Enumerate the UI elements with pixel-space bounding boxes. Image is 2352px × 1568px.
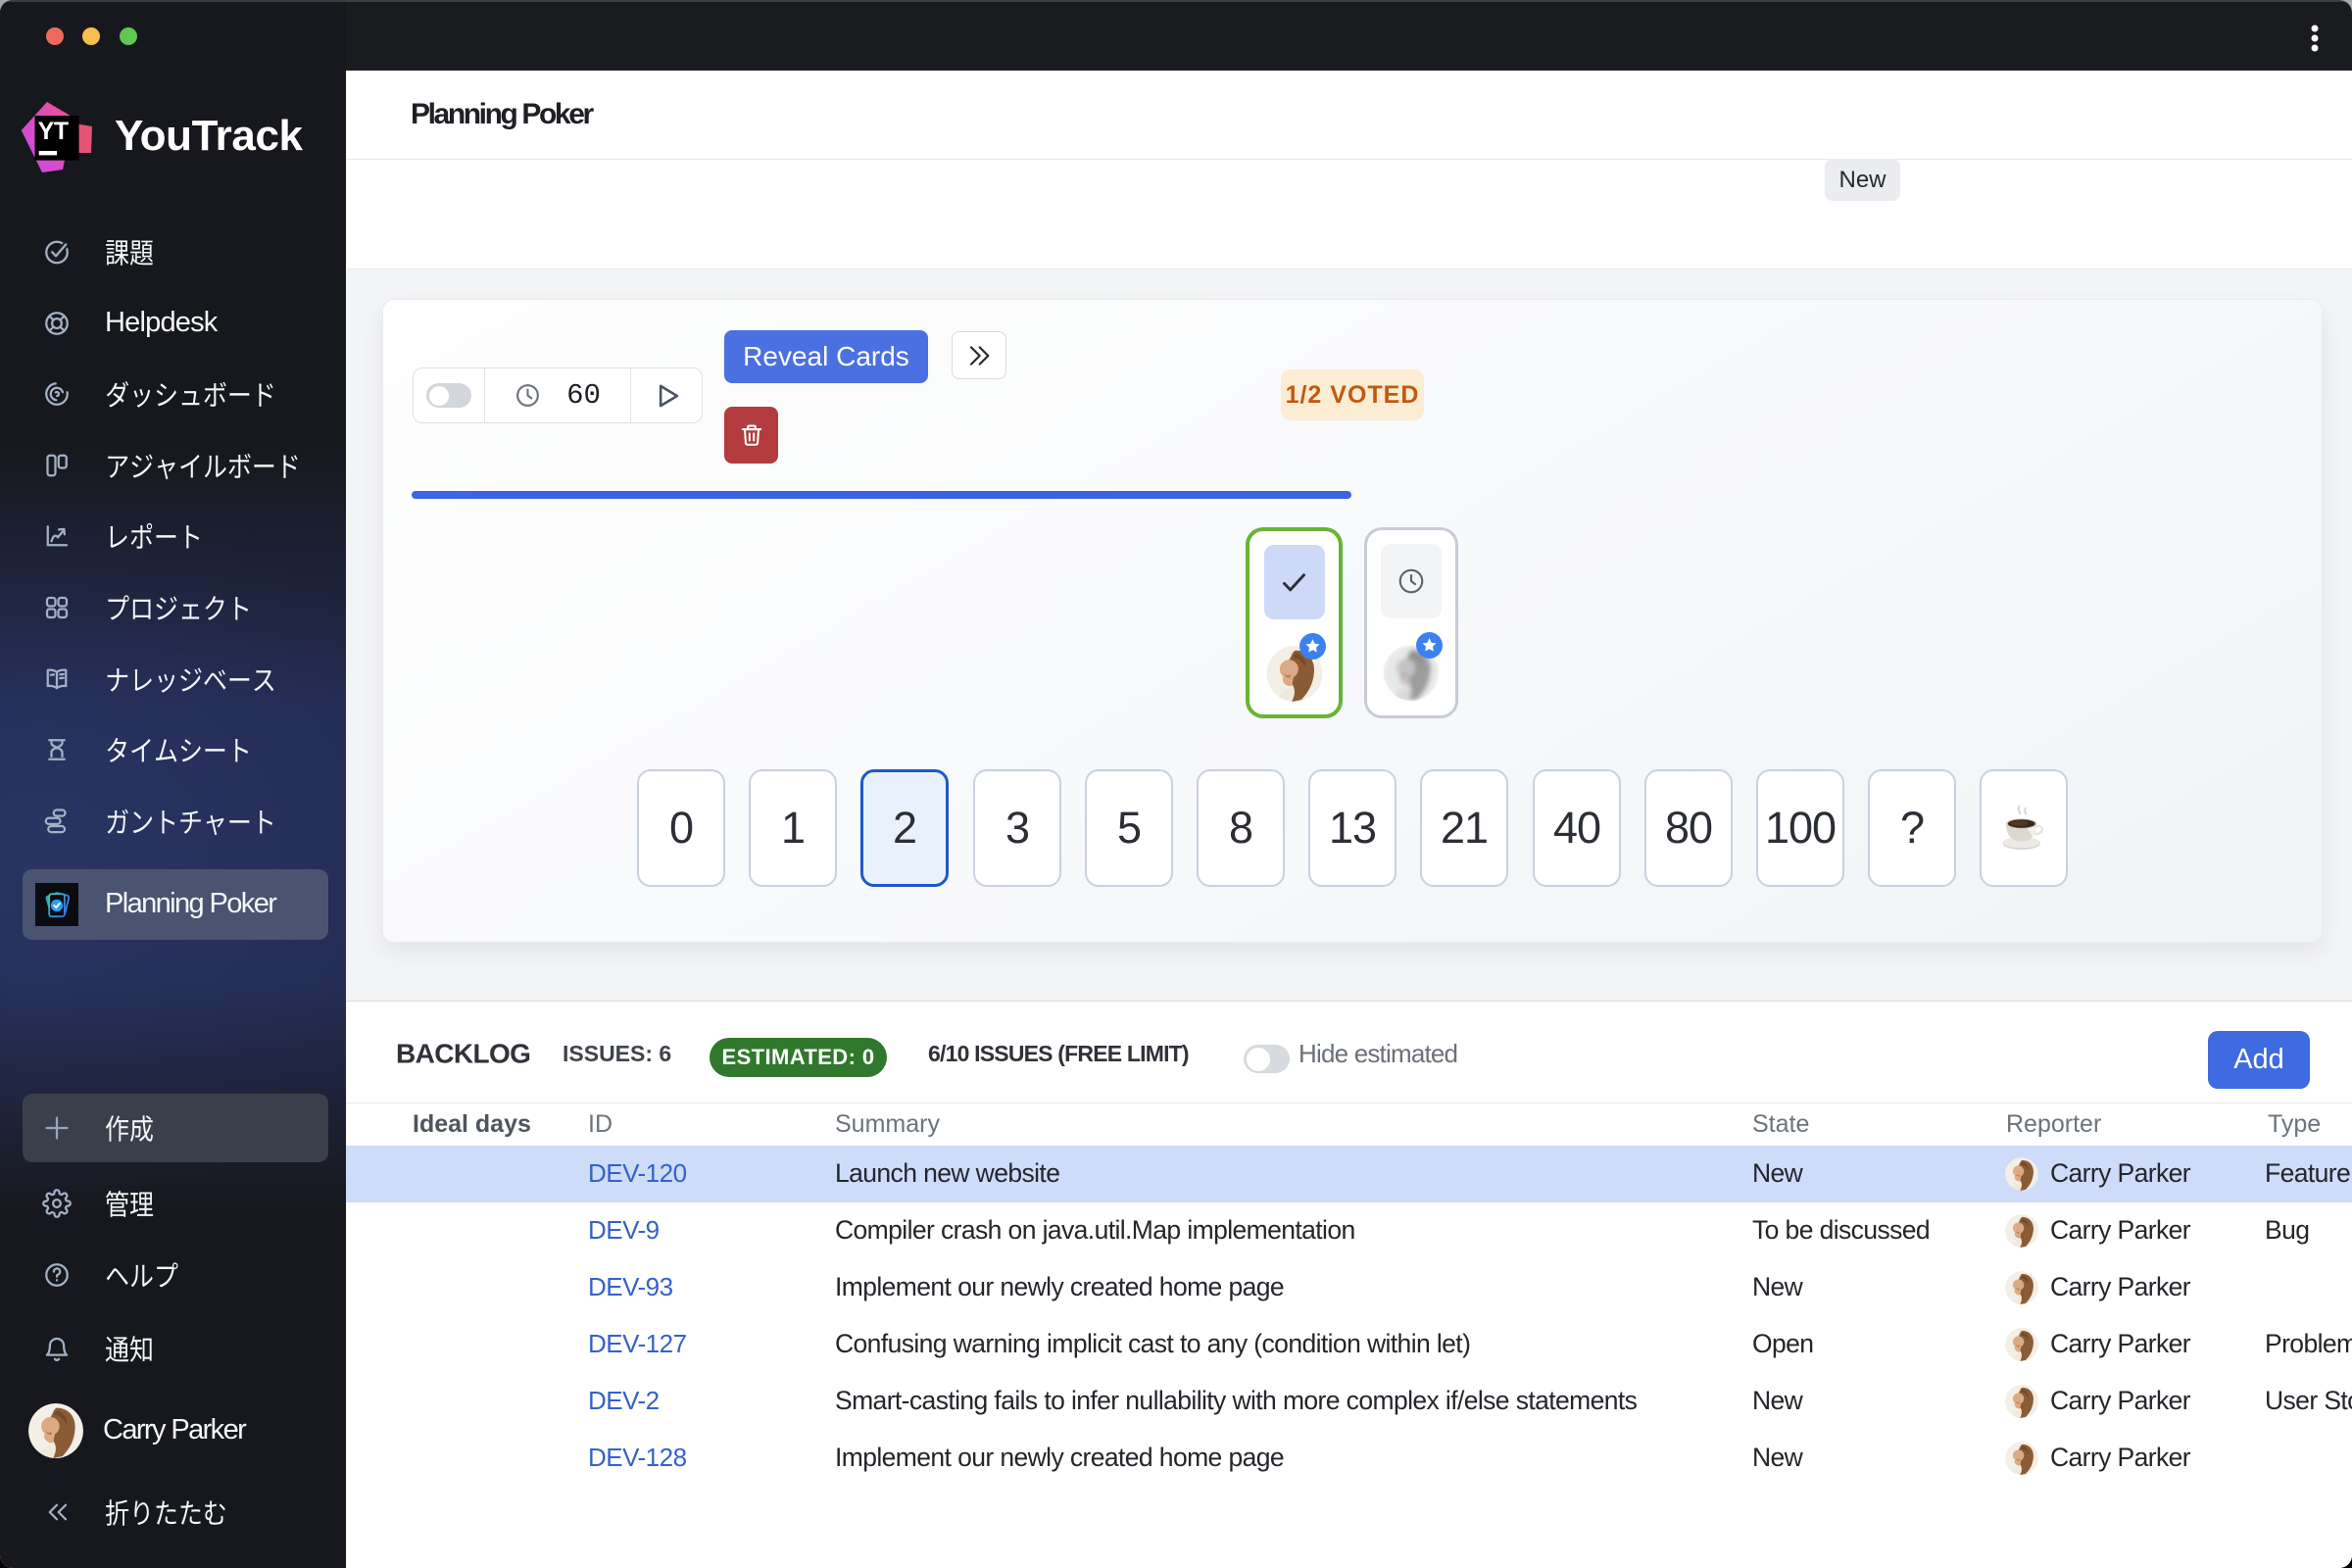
svg-text:YT: YT — [38, 118, 69, 145]
